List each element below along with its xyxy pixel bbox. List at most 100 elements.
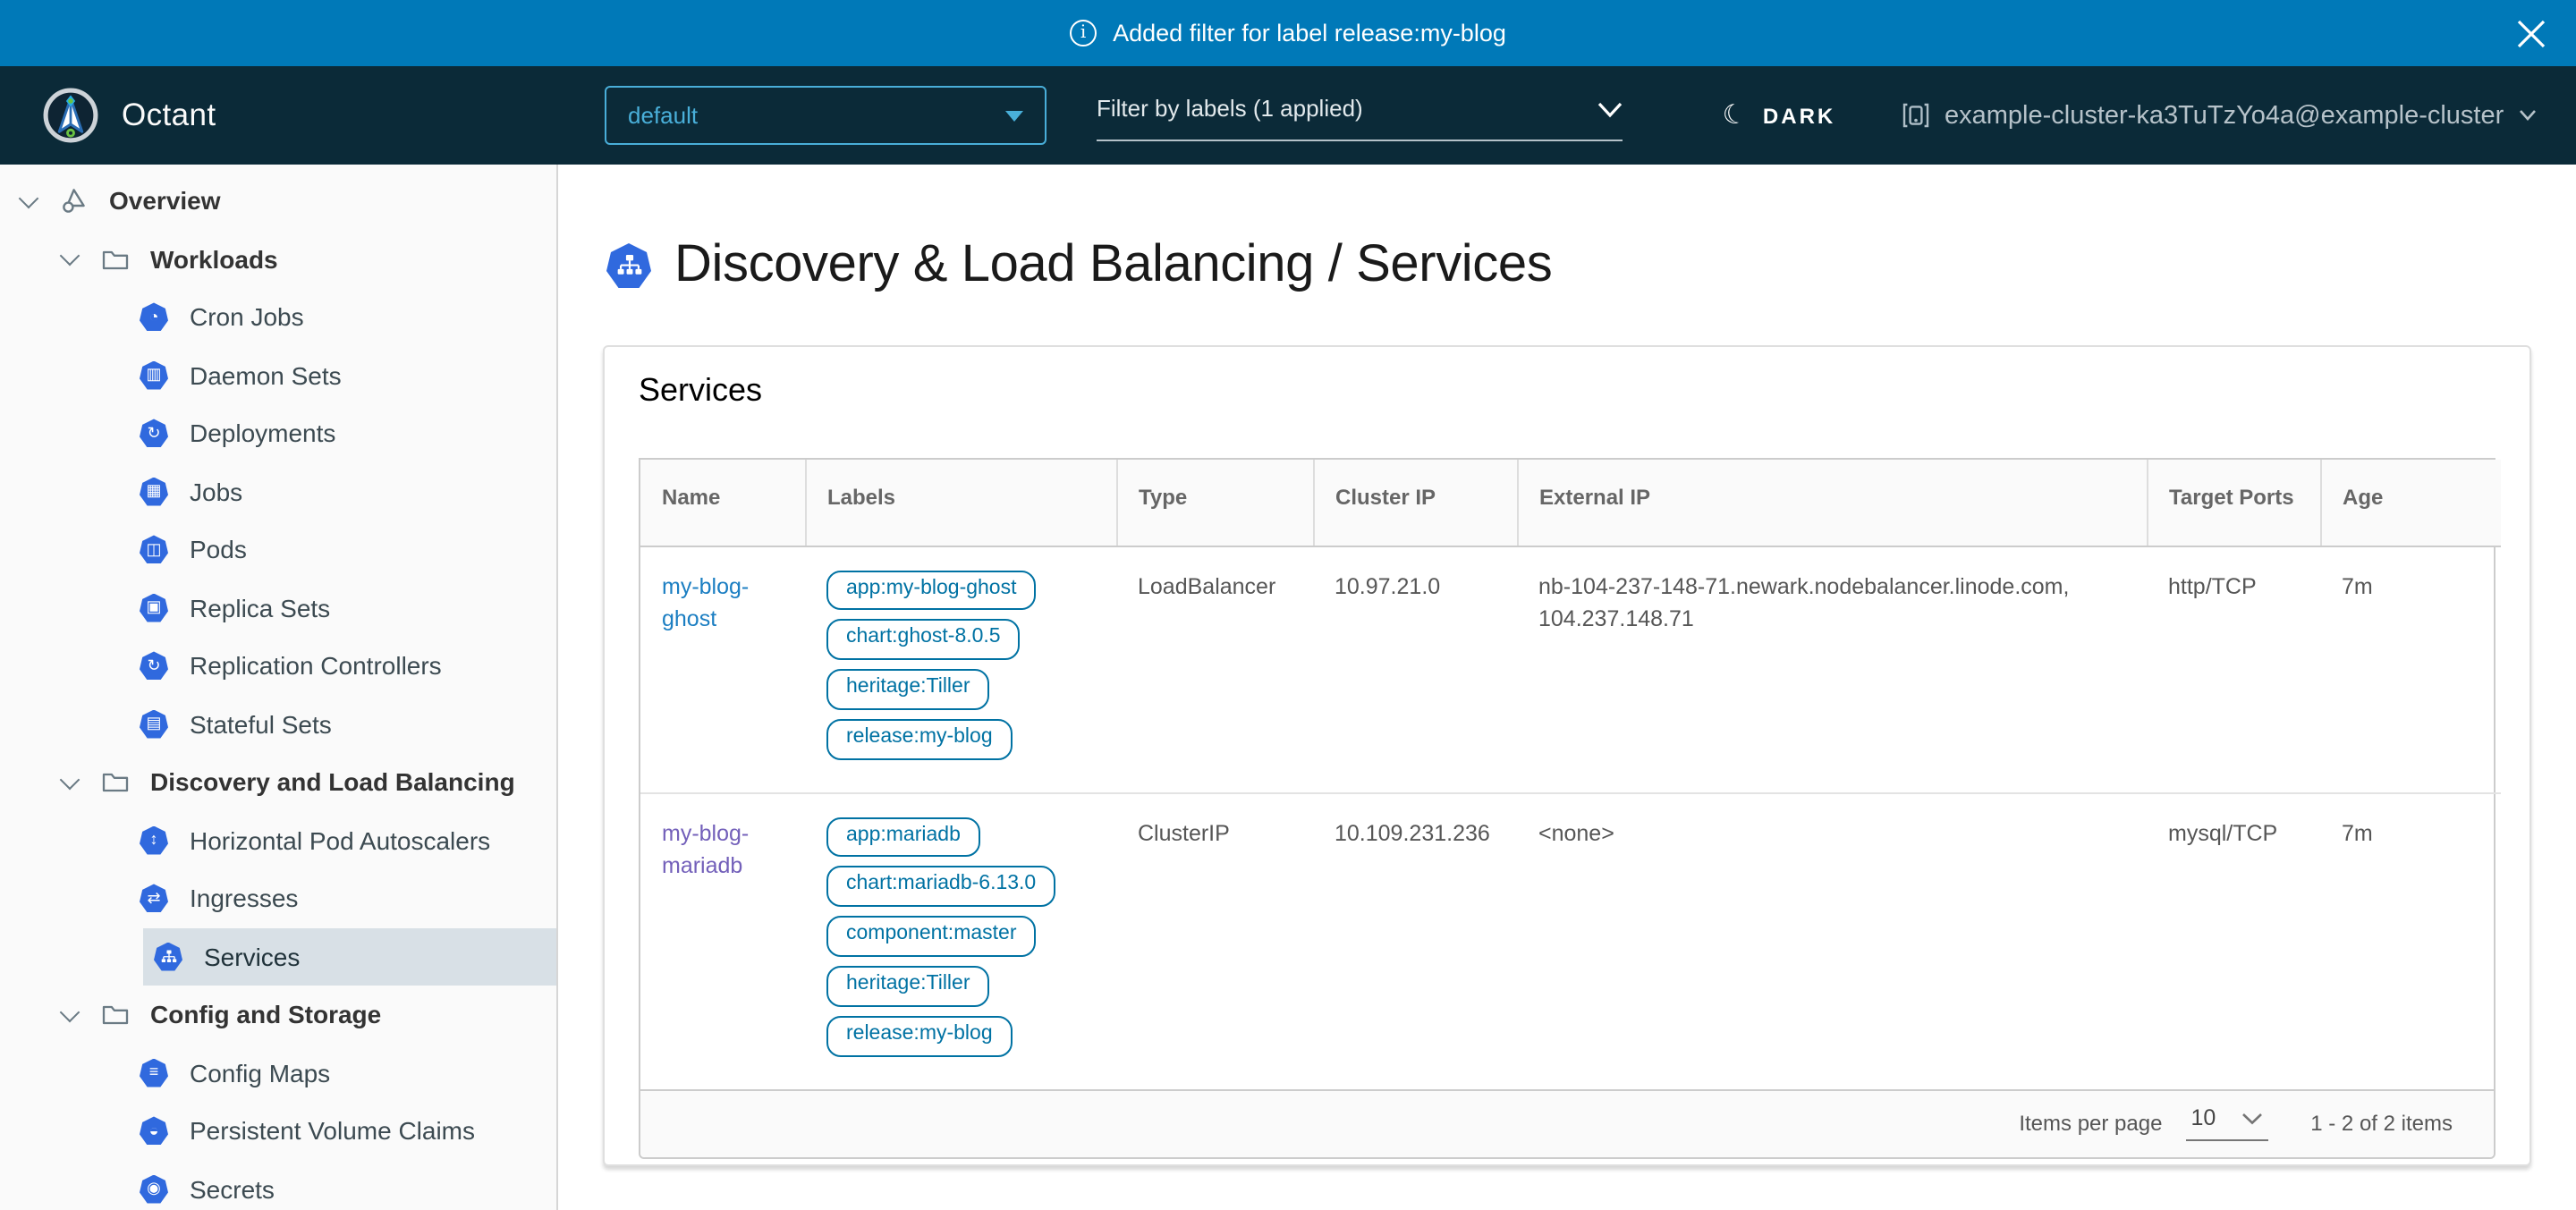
cluster-selector[interactable]: example-cluster-ka3TuTzYo4a@example-clus…: [1902, 66, 2536, 165]
sidebar-item-deployments[interactable]: ↻ Deployments: [0, 404, 556, 462]
items-per-page-select[interactable]: 10: [2185, 1105, 2267, 1141]
sidebar-item-services[interactable]: Services: [143, 927, 556, 986]
label-pill[interactable]: app:my-blog-ghost: [826, 570, 1037, 611]
sidebar-item-stateful-sets[interactable]: ▤ Stateful Sets: [0, 695, 556, 753]
label-pill[interactable]: chart:ghost-8.0.5: [826, 620, 1021, 661]
services-card: Services Name Labels Type Cluster IP Ext…: [603, 345, 2531, 1166]
sidebar-item-label: Jobs: [190, 478, 242, 506]
stateful-sets-icon: ▤: [140, 710, 168, 739]
sidebar-item-jobs[interactable]: ▦ Jobs: [0, 462, 556, 520]
cell-cluster-ip: 10.97.21.0: [1313, 546, 1517, 792]
sidebar-item-label: Daemon Sets: [190, 361, 342, 390]
label-pill[interactable]: chart:mariadb-6.13.0: [826, 867, 1055, 908]
page-size-value: 10: [2190, 1105, 2216, 1130]
cell-external-ip: nb-104-237-148-71.newark.nodebalancer.li…: [1517, 546, 2147, 792]
pagination-range: 1 - 2 of 2 items: [2310, 1111, 2453, 1136]
cluster-name: example-cluster-ka3TuTzYo4a@example-clus…: [1945, 101, 2504, 130]
chevron-down-icon: [1597, 102, 1623, 118]
sidebar-item-config-and-storage[interactable]: Config and Storage: [0, 986, 556, 1044]
page-title-text: Discovery & Load Balancing / Services: [674, 236, 1552, 295]
sidebar-item-label: Config Maps: [190, 1059, 330, 1087]
dark-theme-toggle[interactable]: ☾ DARK: [1723, 66, 1835, 165]
folder-icon: [102, 769, 129, 796]
main-content: Discovery & Load Balancing / Services Se…: [558, 165, 2576, 1210]
sidebar-item-label: Replica Sets: [190, 594, 330, 622]
page-title: Discovery & Load Balancing / Services: [606, 236, 1552, 295]
sidebar-item-config-maps[interactable]: ≡ Config Maps: [0, 1044, 556, 1102]
header-bar: Octant default Filter by labels (1 appli…: [0, 66, 2576, 165]
label-pill[interactable]: component:master: [826, 917, 1037, 958]
caret-down-icon: [1005, 110, 1023, 121]
chevron-down-icon[interactable]: [59, 250, 82, 269]
namespace-value: default: [628, 102, 1005, 129]
folder-icon: [102, 246, 129, 273]
table-row: my-blog-mariadb app:mariadb chart:mariad…: [640, 792, 2501, 1088]
sidebar-item-workloads[interactable]: Workloads: [0, 230, 556, 288]
cell-age: 7m: [2320, 546, 2501, 792]
label-pill[interactable]: app:mariadb: [826, 817, 980, 858]
sidebar-item-ingresses[interactable]: ⇄ Ingresses: [0, 869, 556, 927]
sidebar-item-secrets[interactable]: ◉ Secrets: [0, 1160, 556, 1210]
cell-type: ClusterIP: [1116, 792, 1313, 1088]
service-link-my-blog-mariadb[interactable]: my-blog-mariadb: [662, 820, 749, 877]
sidebar-item-daemon-sets[interactable]: ▥ Daemon Sets: [0, 346, 556, 404]
sidebar-item-label: Services: [204, 943, 300, 971]
cell-cluster-ip: 10.109.231.236: [1313, 792, 1517, 1088]
column-header-type: Type: [1116, 460, 1313, 546]
label-filter-dropdown[interactable]: Filter by labels (1 applied): [1097, 95, 1623, 141]
cell-type: LoadBalancer: [1116, 546, 1313, 792]
table-row: my-blog-ghost app:my-blog-ghost chart:gh…: [640, 546, 2501, 792]
column-header-age: Age: [2320, 460, 2501, 546]
brand[interactable]: Octant: [43, 66, 216, 165]
label-pill[interactable]: release:my-blog: [826, 719, 1013, 760]
chevron-down-icon[interactable]: [18, 191, 41, 211]
hpa-icon: ↕: [140, 826, 168, 855]
replication-controllers-icon: ↻: [140, 652, 168, 681]
cron-jobs-icon: ◔: [140, 303, 168, 332]
label-pill[interactable]: heritage:Tiller: [826, 966, 990, 1007]
sidebar-item-label: Replication Controllers: [190, 652, 442, 681]
close-icon[interactable]: [2515, 18, 2547, 50]
sidebar-item-horizontal-pod-autoscalers[interactable]: ↕ Horizontal Pod Autoscalers: [0, 811, 556, 869]
pods-icon: ◫: [140, 536, 168, 564]
items-per-page-label: Items per page: [2019, 1111, 2162, 1136]
sidebar-item-replica-sets[interactable]: ▣ Replica Sets: [0, 579, 556, 637]
jobs-icon: ▦: [140, 478, 168, 506]
column-header-external-ip: External IP: [1517, 460, 2147, 546]
sidebar-item-label: Workloads: [150, 245, 278, 274]
app-title: Octant: [122, 97, 216, 134]
pvc-icon: ◒: [140, 1117, 168, 1146]
chevron-down-icon: [2518, 109, 2536, 122]
cell-external-ip: <none>: [1517, 792, 2147, 1088]
services-icon: [606, 243, 651, 288]
column-header-target-ports: Target Ports: [2147, 460, 2320, 546]
sidebar-item-persistent-volume-claims[interactable]: ◒ Persistent Volume Claims: [0, 1102, 556, 1160]
sidebar-item-label: Pods: [190, 536, 247, 564]
label-pill[interactable]: release:my-blog: [826, 1016, 1013, 1057]
replica-sets-icon: ▣: [140, 594, 168, 622]
sidebar-item-discovery-load-balancing[interactable]: Discovery and Load Balancing: [0, 753, 556, 811]
service-link-my-blog-ghost[interactable]: my-blog-ghost: [662, 573, 749, 630]
sidebar-item-label: Stateful Sets: [190, 710, 332, 739]
label-pill[interactable]: heritage:Tiller: [826, 669, 990, 710]
overview-icon: [61, 188, 88, 215]
sidebar-item-pods[interactable]: ◫ Pods: [0, 520, 556, 579]
chevron-down-icon[interactable]: [59, 773, 82, 792]
theme-label: DARK: [1763, 103, 1835, 128]
config-maps-icon: ≡: [140, 1059, 168, 1087]
column-header-labels: Labels: [805, 460, 1116, 546]
table-pagination: Items per page 10 1 - 2 of 2 items: [640, 1088, 2494, 1156]
sidebar-item-replication-controllers[interactable]: ↻ Replication Controllers: [0, 637, 556, 695]
ingresses-icon: ⇄: [140, 884, 168, 913]
sidebar-item-cron-jobs[interactable]: ◔ Cron Jobs: [0, 288, 556, 346]
table-header-row: Name Labels Type Cluster IP External IP …: [640, 460, 2501, 546]
sidebar-item-overview[interactable]: Overview: [0, 172, 556, 230]
column-header-name: Name: [640, 460, 805, 546]
chevron-down-icon[interactable]: [59, 1005, 82, 1025]
namespace-select[interactable]: default: [605, 86, 1046, 145]
cell-age: 7m: [2320, 792, 2501, 1088]
sidebar-nav: Overview Workloads ◔ Cron Jobs ▥ Daemon …: [0, 165, 558, 1210]
octant-app: i Added filter for label release:my-blog…: [0, 0, 2576, 1210]
info-banner: i Added filter for label release:my-blog: [0, 0, 2576, 66]
card-title: Services: [605, 347, 2529, 410]
